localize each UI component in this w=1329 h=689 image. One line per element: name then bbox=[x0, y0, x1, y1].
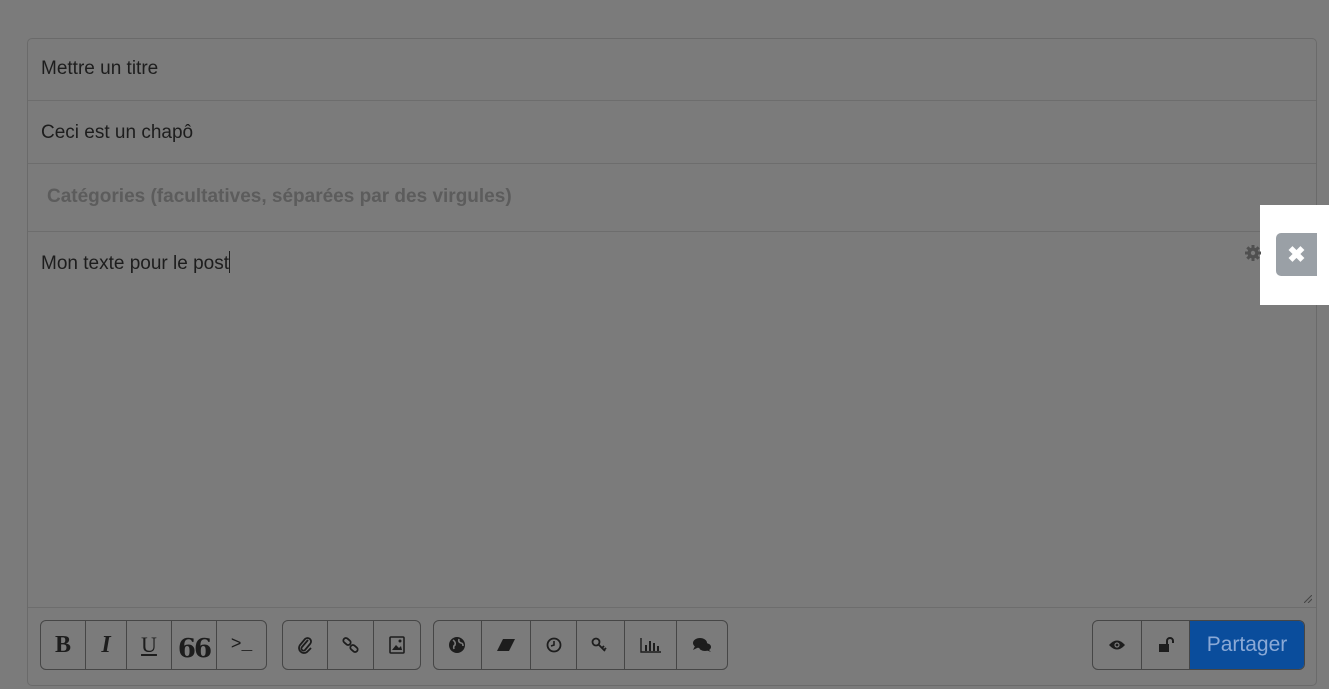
image-icon bbox=[389, 636, 405, 654]
eraser-button[interactable] bbox=[482, 621, 532, 669]
eye-icon bbox=[1109, 640, 1125, 650]
close-button[interactable]: ✖ bbox=[1276, 233, 1317, 276]
submit-button-group: Partager bbox=[1092, 620, 1305, 670]
format-button-group: B I U 66 >_ bbox=[40, 620, 267, 670]
comments-button[interactable] bbox=[677, 621, 727, 669]
chart-button[interactable] bbox=[625, 621, 678, 669]
underline-button[interactable]: U bbox=[127, 621, 172, 669]
insert-button-group bbox=[282, 620, 421, 670]
share-button[interactable]: Partager bbox=[1190, 621, 1304, 669]
post-body-text: Mon texte pour le post bbox=[41, 251, 230, 274]
title-input[interactable]: Mettre un titre bbox=[28, 39, 1316, 101]
link-button[interactable] bbox=[328, 621, 374, 669]
quote-button[interactable]: 66 bbox=[172, 621, 217, 669]
chapo-input[interactable]: Ceci est un chapô bbox=[28, 101, 1316, 164]
close-icon: ✖ bbox=[1287, 241, 1306, 267]
preview-button[interactable] bbox=[1093, 621, 1142, 669]
eraser-icon bbox=[497, 639, 515, 651]
comments-icon bbox=[693, 638, 712, 652]
image-button[interactable] bbox=[374, 621, 420, 669]
post-body-textarea[interactable]: Mon texte pour le post bbox=[28, 232, 1316, 608]
post-composer: Mettre un titre Ceci est un chapô Catégo… bbox=[27, 38, 1317, 686]
visibility-button[interactable] bbox=[1142, 621, 1190, 669]
clock-icon bbox=[546, 637, 562, 653]
link-icon bbox=[341, 637, 359, 653]
attach-button[interactable] bbox=[283, 621, 329, 669]
key-button[interactable] bbox=[577, 621, 625, 669]
clock-button[interactable] bbox=[531, 621, 578, 669]
globe-button[interactable] bbox=[434, 621, 482, 669]
code-button[interactable]: >_ bbox=[217, 621, 266, 669]
paperclip-icon bbox=[298, 637, 313, 654]
text-caret bbox=[229, 251, 230, 273]
resize-handle-icon[interactable] bbox=[1304, 595, 1312, 603]
unlock-icon bbox=[1158, 637, 1174, 652]
bold-button[interactable]: B bbox=[41, 621, 86, 669]
editor-toolbar: B I U 66 >_ Partager bbox=[40, 620, 1305, 670]
key-icon bbox=[591, 637, 607, 652]
chart-icon bbox=[639, 638, 661, 653]
categories-input[interactable]: Catégories (facultatives, séparées par d… bbox=[28, 164, 1316, 232]
globe-icon bbox=[449, 637, 466, 653]
tools-button-group bbox=[433, 620, 728, 670]
gear-icon[interactable] bbox=[1244, 244, 1262, 262]
italic-button[interactable]: I bbox=[86, 621, 127, 669]
